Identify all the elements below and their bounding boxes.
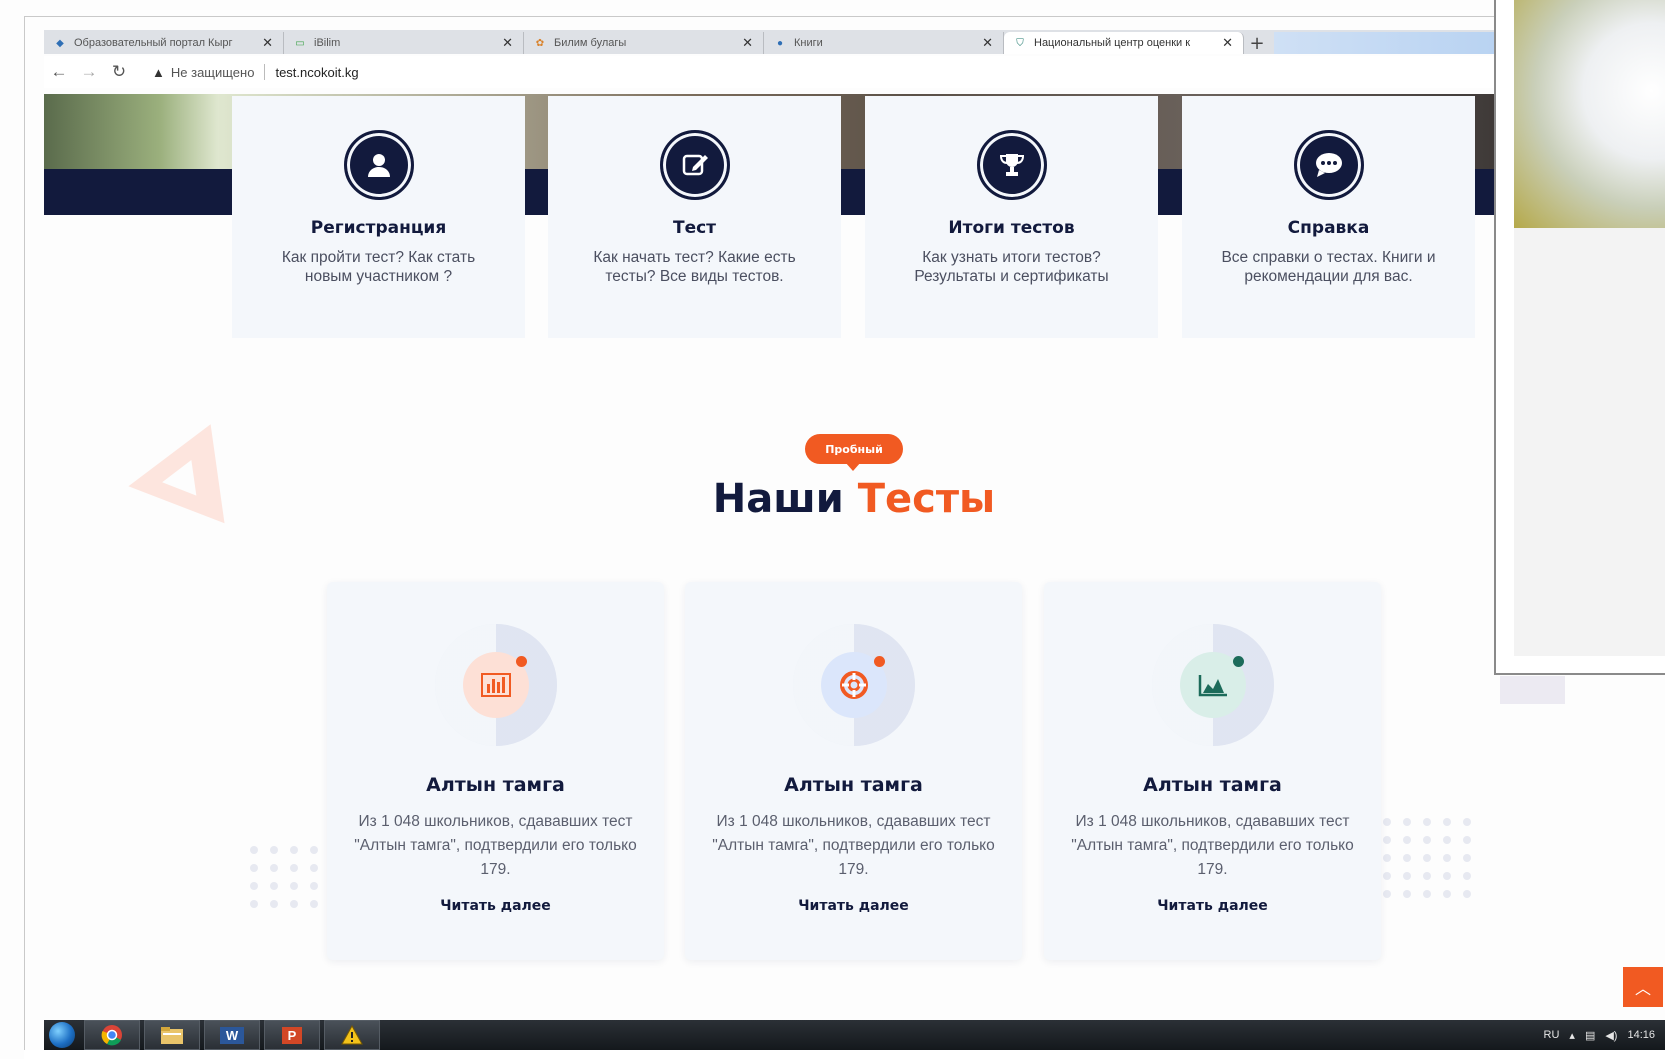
test-icon-badge <box>434 624 557 746</box>
browser-tab[interactable]: ✿ Билим булагы ✕ <box>524 32 764 54</box>
os-taskbar: W P RU ▴ ▤ ◀) 14:16 <box>44 1020 1665 1050</box>
feature-card-test[interactable]: Тест Как начать тест? Какие есть тесты? … <box>548 96 841 338</box>
read-more-link[interactable]: Читать далее <box>1044 898 1381 914</box>
screen: ◆ Образовательный портал Кырг ✕ ▭ iBilim… <box>0 0 1665 1059</box>
test-title: Алтын тамга <box>426 774 565 796</box>
badge-pointer <box>845 462 861 471</box>
decorative-dots-right <box>1383 818 1473 898</box>
screen-bottom-edge <box>24 1050 1665 1059</box>
heading-part-accent: Тесты <box>857 476 996 522</box>
explorer-icon[interactable] <box>144 1020 200 1050</box>
tab-label: Книги <box>794 37 823 49</box>
test-card[interactable]: Алтын тамга Из 1 048 школьников, сдававш… <box>685 582 1022 960</box>
browser-tabstrip: ◆ Образовательный портал Кырг ✕ ▭ iBilim… <box>44 30 1494 54</box>
warning-triangle-icon[interactable]: ▲ <box>152 65 165 80</box>
notification-dot <box>873 656 885 667</box>
frame-border-top <box>24 16 1494 17</box>
powerpoint-icon[interactable]: P <box>264 1020 320 1050</box>
feature-card-help[interactable]: Справка Все справки о тестах. Книги и ре… <box>1182 96 1475 338</box>
system-tray: RU ▴ ▤ ◀) 14:16 <box>1544 1029 1665 1042</box>
feature-title: Итоги тестов <box>948 218 1075 238</box>
overlay-shadow-block <box>1500 676 1565 704</box>
network-icon[interactable]: ▤ <box>1585 1029 1595 1042</box>
section-badge: Пробный <box>805 434 903 464</box>
overlay-window <box>1494 0 1665 675</box>
overlay-panel <box>1514 228 1665 656</box>
address-divider <box>264 64 266 80</box>
test-description: Из 1 048 школьников, сдававших тест "Алт… <box>712 813 995 878</box>
tab-label: Образовательный портал Кырг <box>74 37 233 49</box>
browser-toolbar: ← → ↻ ▲ Не защищено test.ncokoit.kg <box>44 56 1494 88</box>
chevron-up-icon: ︿ <box>1634 979 1651 998</box>
windows-orb-icon <box>49 1022 75 1048</box>
browser-tab[interactable]: ◆ Образовательный портал Кырг ✕ <box>44 32 284 54</box>
tab-close-icon[interactable]: ✕ <box>742 35 753 51</box>
tab-close-icon[interactable]: ✕ <box>1222 35 1233 51</box>
tabstrip-background <box>1274 32 1494 54</box>
browser-tab[interactable]: ▭ iBilim ✕ <box>284 32 524 54</box>
notification-dot <box>515 656 527 667</box>
feature-text: Все справки о тестах. Книги и рекомендац… <box>1221 249 1436 285</box>
tab-close-icon[interactable]: ✕ <box>982 35 993 51</box>
feature-card-registration[interactable]: Регистранция Как пройти тест? Как стать … <box>232 96 525 338</box>
forward-icon[interactable]: → <box>74 62 104 82</box>
notification-dot <box>1232 656 1244 667</box>
ncoko-favicon-icon: ⛉ <box>1016 37 1024 49</box>
back-icon[interactable]: ← <box>44 62 74 82</box>
feature-text: Как начать тест? Какие есть тесты? Все в… <box>593 249 796 285</box>
tab-label: Билим булагы <box>554 37 627 49</box>
feature-title: Тест <box>672 218 717 238</box>
chat-icon <box>1293 130 1364 200</box>
browser-tab-active[interactable]: ⛉ Национальный центр оценки к ✕ <box>1004 32 1244 54</box>
tab-close-icon[interactable]: ✕ <box>262 35 273 51</box>
clock[interactable]: 14:16 <box>1627 1029 1655 1041</box>
tab-label: Национальный центр оценки к <box>1034 37 1191 49</box>
feature-title: Регистранция <box>310 218 447 238</box>
read-more-link[interactable]: Читать далее <box>685 898 1022 914</box>
test-icon-badge <box>792 624 915 746</box>
browser-tab[interactable]: ● Книги ✕ <box>764 32 1004 54</box>
tab-label: iBilim <box>314 37 341 49</box>
security-status[interactable]: Не защищено <box>171 65 255 80</box>
test-description: Из 1 048 школьников, сдававших тест "Алт… <box>354 813 637 878</box>
tab-close-icon[interactable]: ✕ <box>502 35 513 51</box>
volume-icon[interactable]: ◀) <box>1605 1029 1617 1042</box>
start-button[interactable] <box>44 1020 80 1050</box>
warning-icon[interactable] <box>324 1020 380 1050</box>
url-text[interactable]: test.ncokoit.kg <box>275 65 358 80</box>
test-description: Из 1 048 школьников, сдававших тест "Алт… <box>1071 813 1354 878</box>
overlay-photo <box>1514 0 1665 228</box>
books-favicon-icon: ● <box>776 37 784 49</box>
test-icon-badge <box>1151 624 1274 746</box>
heading-part-dark: Наши <box>712 476 844 522</box>
read-more-link[interactable]: Читать далее <box>327 898 664 914</box>
frame-border-left <box>24 16 25 1056</box>
feature-text: Как узнать итоги тестов? Результаты и се… <box>914 249 1109 285</box>
ppt-label: P <box>281 1026 303 1044</box>
tray-expand-icon[interactable]: ▴ <box>1569 1029 1575 1042</box>
chrome-icon[interactable] <box>84 1020 140 1050</box>
ibilim-favicon-icon: ▭ <box>295 37 305 49</box>
test-title: Алтын тамга <box>784 774 923 796</box>
edit-icon <box>659 130 730 200</box>
trophy-icon <box>976 130 1047 200</box>
section-heading: Наши Тесты <box>0 476 1665 522</box>
portal-favicon-icon: ◆ <box>56 37 64 49</box>
feature-text: Как пройти тест? Как стать новым участни… <box>281 249 476 285</box>
new-tab-button[interactable]: + <box>1244 32 1270 54</box>
user-icon <box>343 130 414 200</box>
reload-icon[interactable]: ↻ <box>104 62 134 82</box>
word-label: W <box>219 1026 245 1044</box>
feature-card-results[interactable]: Итоги тестов Как узнать итоги тестов? Ре… <box>865 96 1158 338</box>
language-indicator[interactable]: RU <box>1544 1029 1560 1041</box>
test-card[interactable]: Алтын тамга Из 1 048 школьников, сдававш… <box>327 582 664 960</box>
bilim-bulagy-favicon-icon: ✿ <box>535 37 545 49</box>
feature-title: Справка <box>1287 218 1370 238</box>
scroll-to-top-button[interactable]: ︿ <box>1623 967 1663 1007</box>
test-title: Алтын тамга <box>1143 774 1282 796</box>
test-card[interactable]: Алтын тамга Из 1 048 школьников, сдававш… <box>1044 582 1381 960</box>
word-icon[interactable]: W <box>204 1020 260 1050</box>
address-bar[interactable]: ▲ Не защищено test.ncokoit.kg <box>152 64 359 80</box>
